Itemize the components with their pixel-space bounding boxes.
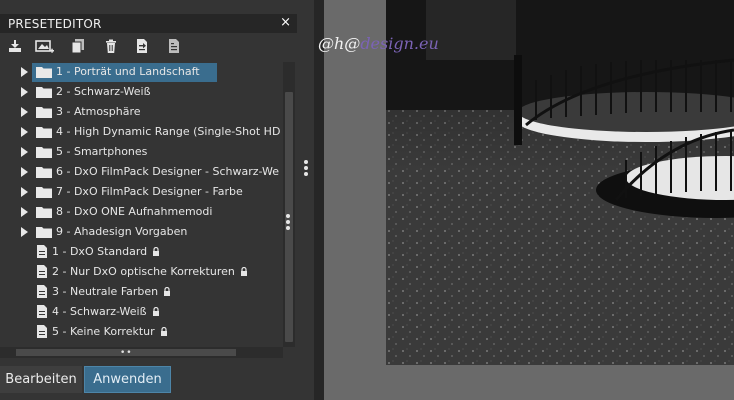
preset-label: 1 - DxO Standard bbox=[52, 245, 160, 258]
lock-icon bbox=[240, 267, 247, 276]
preset-editor-panel: PRESETEDITOR × 1 - Porträt und Landschaf… bbox=[0, 0, 297, 400]
preset-label: 4 - Schwarz-Weiß bbox=[52, 305, 160, 318]
folder-label: 2 - Schwarz-Weiß bbox=[56, 85, 151, 98]
folder-icon bbox=[36, 107, 52, 118]
folder-icon bbox=[36, 167, 52, 178]
preset-name: 2 - Nur DxO optische Korrekturen bbox=[52, 265, 235, 278]
watermark-part1: @h@ bbox=[318, 34, 361, 53]
folder-icon bbox=[36, 67, 52, 78]
preset-row[interactable]: 4 - Schwarz-Weiß bbox=[0, 302, 283, 322]
folder-row[interactable]: 5 - Smartphones bbox=[0, 142, 283, 162]
lock-icon bbox=[152, 307, 159, 316]
preset-tree: 1 - Porträt und Landschaft 2 - Schwarz-We… bbox=[0, 62, 283, 347]
folder-label: 5 - Smartphones bbox=[56, 145, 148, 158]
folder-row[interactable]: 4 - High Dynamic Range (Single-Shot HD bbox=[0, 122, 283, 142]
panel-splitter[interactable] bbox=[297, 0, 314, 400]
preset-file-icon bbox=[37, 325, 47, 338]
panel-header: PRESETEDITOR × bbox=[0, 14, 297, 33]
preset-toolbar bbox=[0, 35, 297, 59]
photo-image bbox=[386, 0, 734, 365]
close-icon[interactable]: × bbox=[280, 15, 291, 30]
lock-icon bbox=[164, 287, 171, 296]
folder-row[interactable]: 8 - DxO ONE Aufnahmemodi bbox=[0, 202, 283, 222]
folder-label: 3 - Atmosphäre bbox=[56, 105, 141, 118]
expand-arrow-icon[interactable] bbox=[21, 107, 28, 117]
preset-name: 5 - Keine Korrektur bbox=[52, 325, 155, 338]
preset-label: 3 - Neutrale Farben bbox=[52, 285, 171, 298]
expand-arrow-icon[interactable] bbox=[21, 67, 28, 77]
scroll-grip-icon: •• bbox=[120, 348, 133, 358]
rename-icon[interactable] bbox=[166, 38, 186, 56]
folder-row[interactable]: 9 - Ahadesign Vorgaben bbox=[0, 222, 283, 242]
folder-icon bbox=[36, 147, 52, 158]
folder-label: 7 - DxO FilmPack Designer - Farbe bbox=[56, 185, 243, 198]
splitter-grip-icon[interactable] bbox=[285, 212, 291, 232]
horizontal-scrollbar[interactable]: •• bbox=[0, 347, 283, 358]
preset-name: 4 - Schwarz-Weiß bbox=[52, 305, 147, 318]
lock-icon bbox=[153, 247, 160, 256]
export-icon[interactable] bbox=[134, 38, 154, 56]
preset-file-icon bbox=[37, 265, 47, 278]
expand-arrow-icon[interactable] bbox=[21, 207, 28, 217]
folder-label: 4 - High Dynamic Range (Single-Shot HD bbox=[56, 125, 281, 138]
preset-label: 2 - Nur DxO optische Korrekturen bbox=[52, 265, 248, 278]
preset-row[interactable]: 1 - DxO Standard bbox=[0, 242, 283, 262]
folder-label: 9 - Ahadesign Vorgaben bbox=[56, 225, 188, 238]
expand-arrow-icon[interactable] bbox=[21, 167, 28, 177]
image-viewer bbox=[324, 0, 734, 400]
preset-name: 3 - Neutrale Farben bbox=[52, 285, 159, 298]
vertical-scrollbar[interactable] bbox=[283, 62, 295, 347]
folder-row[interactable]: 7 - DxO FilmPack Designer - Farbe bbox=[0, 182, 283, 202]
delete-icon[interactable] bbox=[103, 38, 123, 56]
photo-preview bbox=[386, 0, 734, 365]
expand-arrow-icon[interactable] bbox=[21, 227, 28, 237]
apply-button[interactable]: Anwenden bbox=[84, 366, 171, 393]
folder-icon bbox=[36, 227, 52, 238]
preset-row[interactable]: 5 - Keine Korrektur bbox=[0, 322, 283, 342]
preset-row[interactable]: 2 - Nur DxO optische Korrekturen bbox=[0, 262, 283, 282]
watermark-text: @h@design.eu bbox=[318, 34, 439, 53]
folder-row[interactable]: 3 - Atmosphäre bbox=[0, 102, 283, 122]
viewer-grip-icon[interactable] bbox=[303, 158, 309, 178]
preset-name: 1 - DxO Standard bbox=[52, 245, 148, 258]
expand-arrow-icon[interactable] bbox=[21, 187, 28, 197]
new-preset-icon[interactable] bbox=[35, 38, 55, 56]
import-icon[interactable] bbox=[7, 38, 27, 56]
folder-row[interactable]: 1 - Porträt und Landschaft bbox=[0, 62, 283, 82]
preset-file-icon bbox=[37, 305, 47, 318]
expand-arrow-icon[interactable] bbox=[21, 147, 28, 157]
viewer-border bbox=[314, 0, 324, 400]
folder-icon bbox=[36, 207, 52, 218]
preset-label: 5 - Keine Korrektur bbox=[52, 325, 168, 338]
watermark-part2: design.eu bbox=[360, 34, 439, 53]
folder-icon bbox=[36, 87, 52, 98]
folder-label: 8 - DxO ONE Aufnahmemodi bbox=[56, 205, 213, 218]
folder-row[interactable]: 2 - Schwarz-Weiß bbox=[0, 82, 283, 102]
duplicate-icon[interactable] bbox=[70, 38, 90, 56]
expand-arrow-icon[interactable] bbox=[21, 87, 28, 97]
expand-arrow-icon[interactable] bbox=[21, 127, 28, 137]
folder-label: 1 - Porträt und Landschaft bbox=[56, 65, 200, 78]
edit-button[interactable]: Bearbeiten bbox=[0, 366, 82, 393]
panel-button-bar: Bearbeiten Anwenden bbox=[0, 365, 297, 395]
lock-icon bbox=[160, 327, 167, 336]
folder-row[interactable]: 6 - DxO FilmPack Designer - Schwarz-We bbox=[0, 162, 283, 182]
folder-label: 6 - DxO FilmPack Designer - Schwarz-We bbox=[56, 165, 280, 178]
preset-file-icon bbox=[37, 285, 47, 298]
folder-icon bbox=[36, 127, 52, 138]
preset-file-icon bbox=[37, 245, 47, 258]
folder-icon bbox=[36, 187, 52, 198]
panel-title: PRESETEDITOR bbox=[8, 16, 102, 31]
preset-row[interactable]: 3 - Neutrale Farben bbox=[0, 282, 283, 302]
